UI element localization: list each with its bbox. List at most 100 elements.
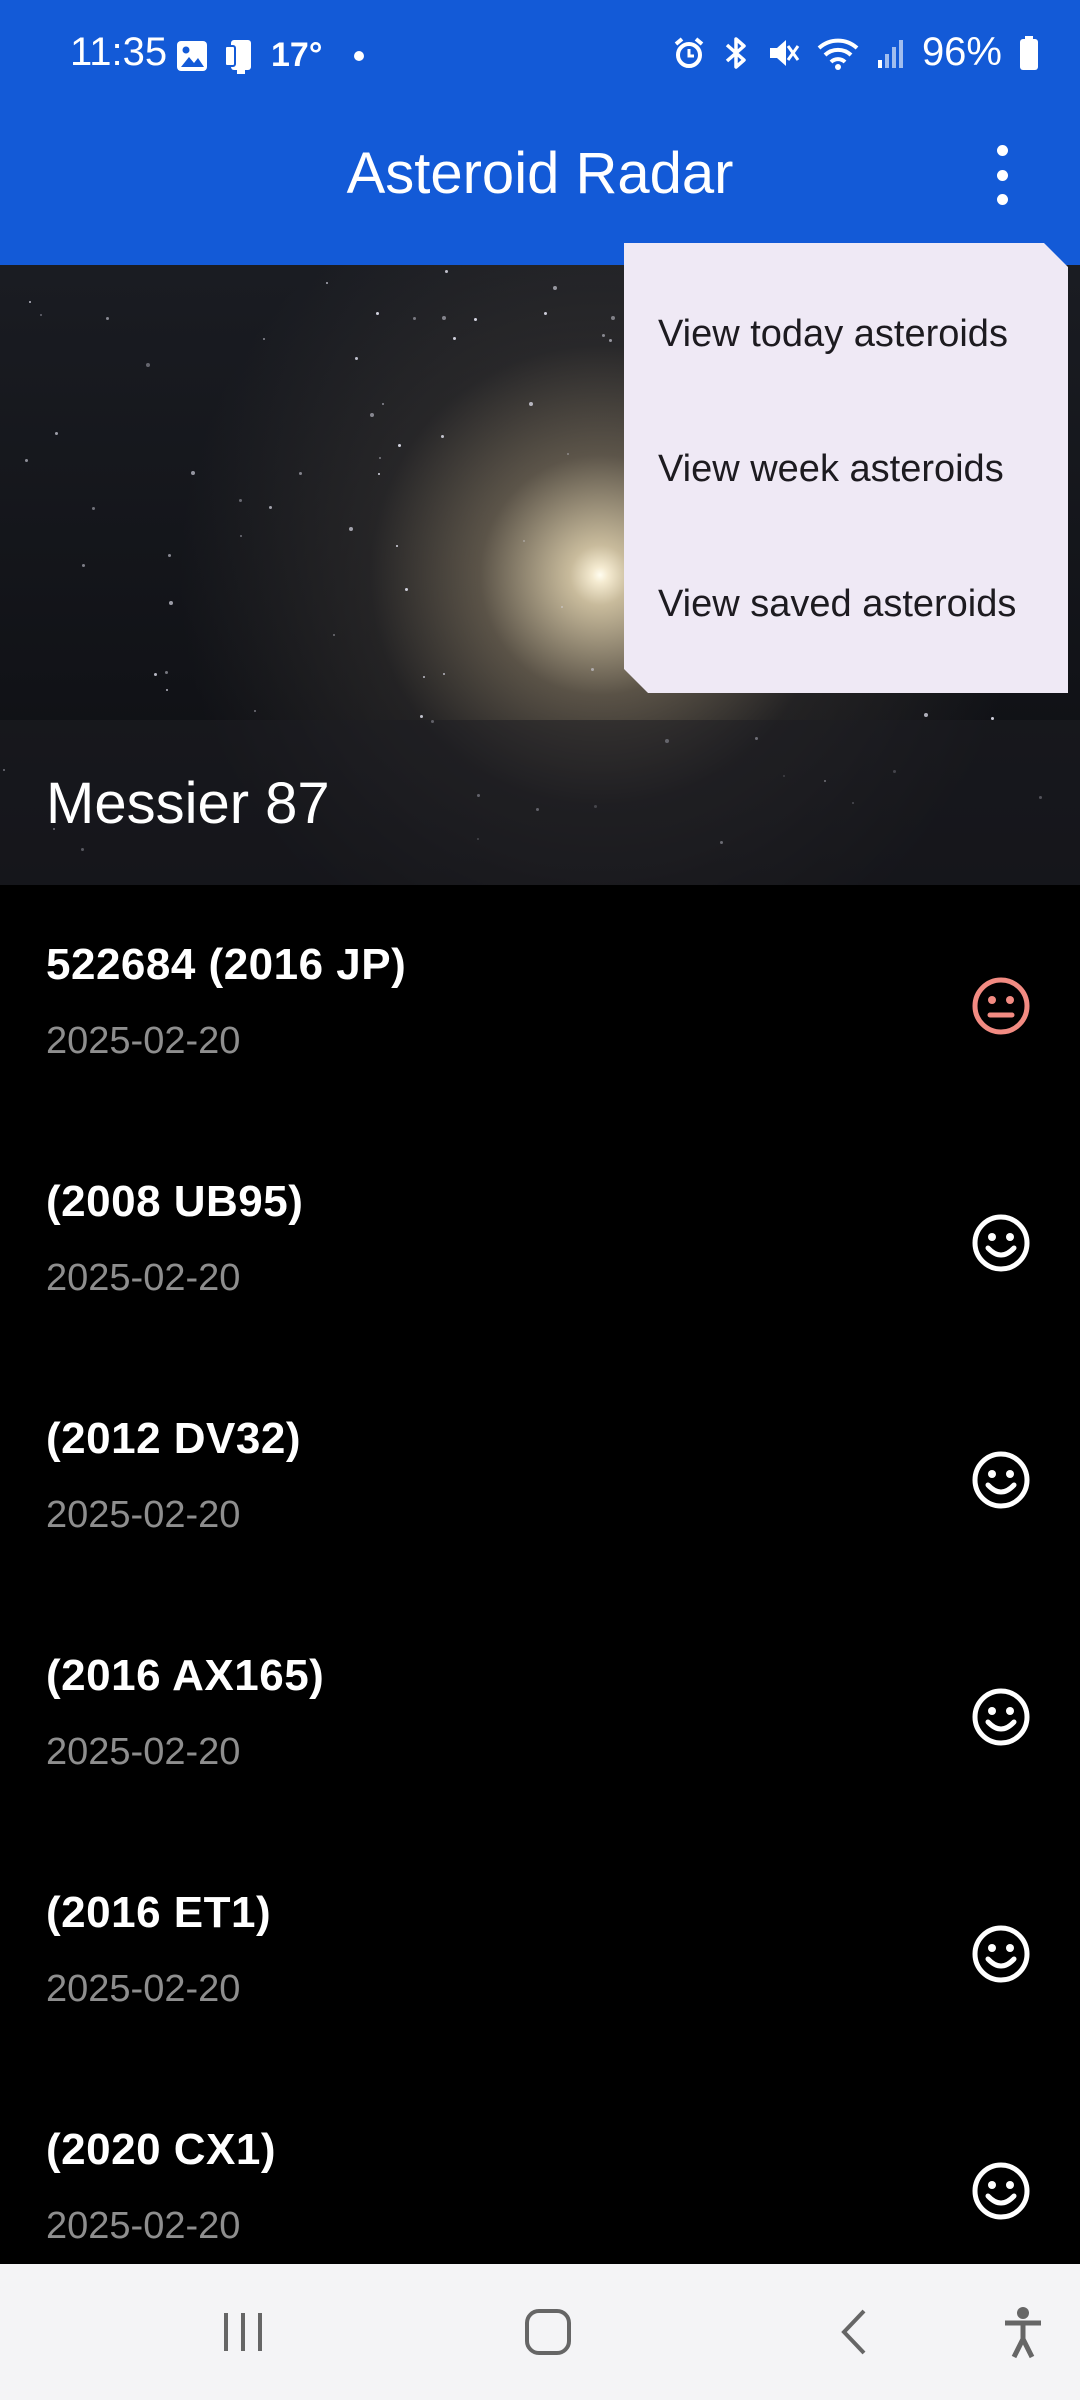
star-dot xyxy=(299,472,302,475)
star-dot xyxy=(168,554,171,557)
status-right-icons: 96% xyxy=(672,30,1040,75)
star-dot xyxy=(92,507,95,510)
status-temperature: 17° xyxy=(271,36,323,74)
picture-caption-bar: Messier 87 xyxy=(0,720,1080,885)
star-dot xyxy=(405,588,408,591)
star-dot xyxy=(376,312,379,315)
star-dot xyxy=(567,453,569,455)
star-dot xyxy=(349,527,353,531)
asteroid-list-item[interactable]: (2016 ET1) 2025-02-20 xyxy=(0,1833,1080,2070)
recents-icon[interactable] xyxy=(215,2304,271,2360)
star-dot xyxy=(378,473,380,475)
star-dot xyxy=(82,564,85,567)
star-dot xyxy=(263,338,265,340)
star-dot xyxy=(591,668,594,671)
menu-item-view-today[interactable]: View today asteroids xyxy=(658,313,1008,356)
star-dot xyxy=(106,317,109,320)
star-dot xyxy=(254,710,256,712)
more-vert-icon[interactable] xyxy=(980,145,1024,205)
star-dot xyxy=(396,545,398,547)
star-dot xyxy=(420,715,423,718)
star-dot xyxy=(154,673,157,676)
asteroid-date: 2025-02-20 xyxy=(46,2205,241,2247)
star-dot xyxy=(423,676,425,678)
asteroid-list-item[interactable]: (2008 UB95) 2025-02-20 xyxy=(0,1122,1080,1359)
battery-icon xyxy=(1020,35,1038,70)
star-dot xyxy=(529,402,533,406)
asteroid-list: 522684 (2016 JP) 2025-02-20 (2008 UB95) 202… xyxy=(0,885,1080,2307)
app-screen: 11:35 17° 96% Asteroid Radar Messier 87 … xyxy=(0,0,1080,2400)
overflow-dot-1 xyxy=(996,145,1008,156)
alarm-icon xyxy=(674,36,704,68)
star-dot xyxy=(445,270,448,273)
status-bar: 11:35 17° 96% xyxy=(0,0,1080,110)
app-header: 11:35 17° 96% Asteroid Radar xyxy=(0,0,1080,265)
gallery-icon xyxy=(177,40,207,71)
star-dot xyxy=(382,403,384,405)
star-dot xyxy=(169,601,173,605)
star-dot xyxy=(269,506,272,509)
smiley-face-icon xyxy=(972,1688,1030,1746)
star-dot xyxy=(326,282,328,284)
asteroid-list-item[interactable]: (2016 AX165) 2025-02-20 xyxy=(0,1596,1080,1833)
asteroid-name: (2016 AX165) xyxy=(46,1651,325,1700)
star-dot xyxy=(333,634,335,636)
star-dot xyxy=(239,499,242,502)
star-dot xyxy=(442,316,446,320)
star-dot xyxy=(474,318,477,321)
star-dot xyxy=(29,301,31,303)
asteroid-date: 2025-02-20 xyxy=(46,1494,241,1536)
overflow-dot-3 xyxy=(996,194,1008,205)
bluetooth-icon xyxy=(725,36,746,69)
smiley-face-icon xyxy=(972,2162,1030,2220)
home-glyph xyxy=(525,2309,571,2355)
menu-item-view-saved[interactable]: View saved asteroids xyxy=(658,583,1016,626)
smiley-face-icon xyxy=(972,1214,1030,1272)
back-icon[interactable] xyxy=(826,2304,882,2360)
picture-title: Messier 87 xyxy=(46,771,330,836)
mute-icon xyxy=(769,39,800,66)
star-dot xyxy=(609,339,612,342)
neutral-face-icon xyxy=(972,977,1030,1035)
star-dot xyxy=(370,413,374,417)
star-dot xyxy=(165,671,168,674)
star-dot xyxy=(166,689,168,691)
app-title: Asteroid Radar xyxy=(346,141,734,206)
star-dot xyxy=(146,363,150,367)
asteroid-name: (2008 UB95) xyxy=(46,1177,304,1226)
star-dot xyxy=(602,334,605,337)
star-dot xyxy=(355,357,358,360)
menu-item-view-week[interactable]: View week asteroids xyxy=(658,448,1004,491)
star-dot xyxy=(191,471,195,475)
star-dot xyxy=(240,535,242,537)
star-dot xyxy=(25,459,28,462)
star-dot xyxy=(413,317,416,320)
star-dot xyxy=(924,713,928,717)
asteroid-list-item[interactable]: 522684 (2016 JP) 2025-02-20 xyxy=(0,885,1080,1122)
recents-glyph xyxy=(224,2313,262,2351)
star-dot xyxy=(443,673,445,675)
smiley-face-icon xyxy=(972,1925,1030,1983)
home-icon[interactable] xyxy=(520,2304,576,2360)
status-battery: 96% xyxy=(921,30,1002,74)
overflow-menu: View today asteroids View week asteroids… xyxy=(624,243,1068,693)
asteroid-name: (2020 CX1) xyxy=(46,2125,277,2174)
star-dot xyxy=(544,312,547,315)
asteroid-date: 2025-02-20 xyxy=(46,1257,241,1299)
star-dot xyxy=(441,435,444,438)
system-nav-bar xyxy=(0,2264,1080,2400)
device-icon xyxy=(224,39,251,74)
back-glyph xyxy=(841,2309,866,2355)
notification-dot xyxy=(354,50,365,61)
asteroid-date: 2025-02-20 xyxy=(46,1020,241,1062)
asteroid-name: 522684 (2016 JP) xyxy=(46,940,407,989)
status-time: 11:35 xyxy=(70,30,168,74)
star-dot xyxy=(379,457,381,459)
asteroid-list-item[interactable]: (2012 DV32) 2025-02-20 xyxy=(0,1359,1080,1596)
star-dot xyxy=(553,286,557,290)
accessibility-glyph xyxy=(1005,2307,1041,2359)
star-dot xyxy=(611,316,615,320)
accessibility-icon[interactable] xyxy=(995,2304,1051,2360)
star-dot xyxy=(561,606,563,608)
star-dot xyxy=(453,337,456,340)
